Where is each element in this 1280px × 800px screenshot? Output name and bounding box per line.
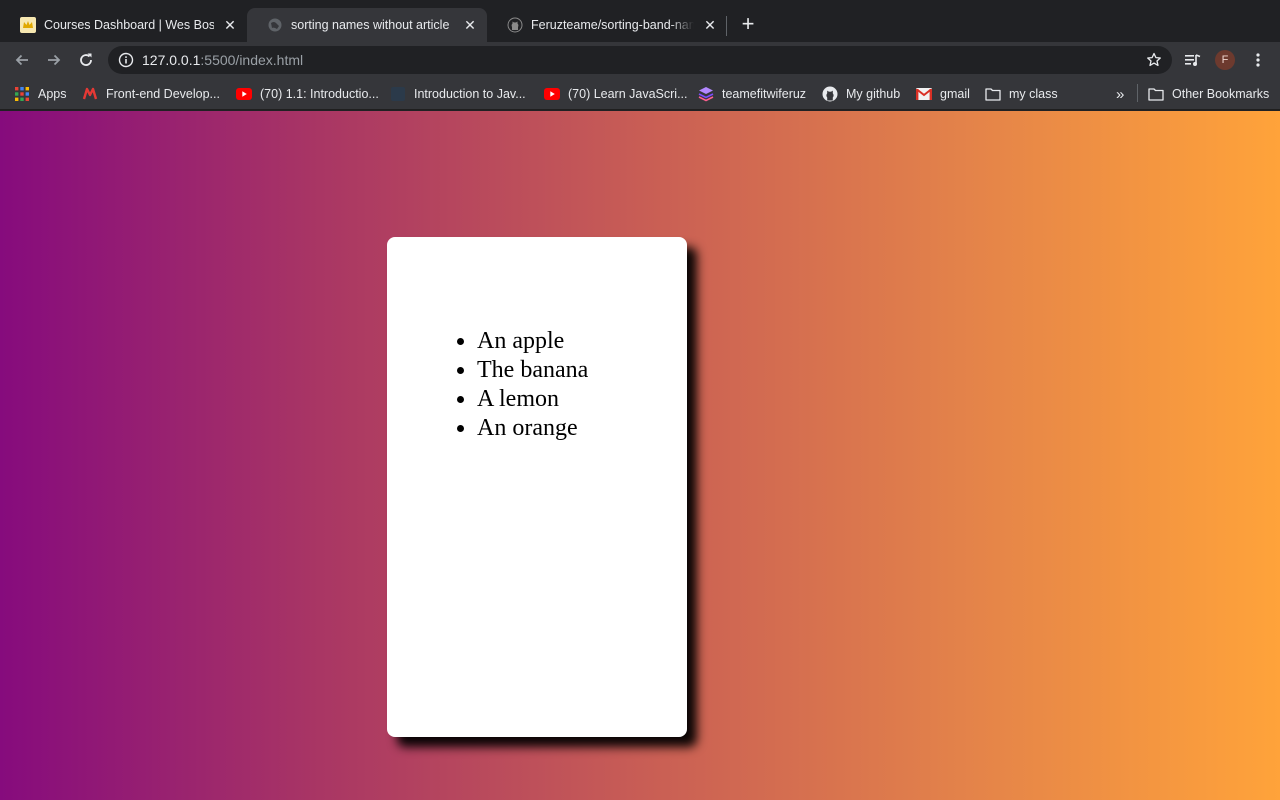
bookmark-youtube-learn-js[interactable]: (70) Learn JavaScri...: [544, 85, 688, 103]
site-icon: [390, 86, 406, 102]
new-tab-button[interactable]: +: [736, 13, 760, 37]
bookmarks-overflow-button[interactable]: »: [1116, 85, 1124, 103]
wes-bos-crown-icon: [20, 17, 36, 33]
url-text: 127.0.0.1:5500/index.html: [142, 52, 303, 68]
bookmark-label: Introduction to Jav...: [414, 87, 526, 101]
bookmarks-divider: [1137, 84, 1138, 102]
bookmark-label: Front-end Develop...: [106, 87, 220, 101]
tab-sorting-names[interactable]: sorting names without article ✕: [247, 8, 487, 42]
bookmark-label: My github: [846, 87, 901, 101]
tab-title: Feruzteame/sorting-band-names: [531, 18, 694, 32]
content-card: An apple The banana A lemon An orange: [387, 237, 687, 737]
github-icon: [507, 17, 523, 33]
band-name-list: An apple The banana A lemon An orange: [477, 327, 588, 443]
page-viewport: An apple The banana A lemon An orange: [0, 111, 1280, 800]
list-item: An apple: [477, 327, 588, 356]
bookmarks-bar: Apps Front-end Develop... (70) 1.1: Intr…: [0, 78, 1280, 110]
reload-button[interactable]: [74, 48, 98, 72]
bookmark-label: Other Bookmarks: [1172, 87, 1270, 101]
bookmark-gmail[interactable]: gmail: [916, 85, 970, 103]
bookmark-intro-to-javascript[interactable]: Introduction to Jav...: [390, 85, 526, 103]
youtube-icon: [544, 86, 560, 102]
address-bar[interactable]: 127.0.0.1:5500/index.html: [108, 46, 1172, 74]
folder-icon: [1148, 86, 1164, 102]
site-info-icon[interactable]: [118, 52, 134, 68]
url-path: :5500/index.html: [200, 52, 304, 68]
close-tab-icon[interactable]: ✕: [462, 17, 478, 33]
globe-icon: [267, 17, 283, 33]
bookmark-my-github[interactable]: My github: [822, 85, 900, 103]
profile-button[interactable]: F: [1213, 48, 1237, 72]
close-tab-icon[interactable]: ✕: [222, 17, 238, 33]
double-chevron-icon: »: [1116, 85, 1125, 103]
bookmark-front-end-develop[interactable]: Front-end Develop...: [82, 85, 220, 103]
forward-arrow-icon: [48, 54, 61, 66]
apps-grid-icon: [14, 86, 30, 102]
bookmark-apps[interactable]: Apps: [14, 85, 67, 103]
youtube-icon: [236, 86, 252, 102]
back-button[interactable]: [10, 48, 34, 72]
bookmark-folder-my-class[interactable]: my class: [985, 85, 1058, 103]
browser-toolbar: 127.0.0.1:5500/index.html F: [0, 42, 1280, 78]
avatar: F: [1215, 50, 1235, 70]
bookmark-label: (70) 1.1: Introductio...: [260, 87, 379, 101]
bookmark-other-bookmarks[interactable]: Other Bookmarks: [1148, 85, 1269, 103]
list-item: An orange: [477, 414, 588, 443]
bookmark-label: Apps: [38, 87, 67, 101]
bookmark-teamefitwiferuz[interactable]: teamefitwiferuz: [698, 85, 806, 103]
media-controls-button[interactable]: [1181, 48, 1205, 72]
m-logo-icon: [82, 86, 98, 102]
bookmark-label: gmail: [940, 87, 970, 101]
playlist-icon: [1185, 54, 1201, 66]
back-arrow-icon: [15, 54, 28, 66]
forward-button[interactable]: [42, 48, 66, 72]
bookmark-youtube-intro[interactable]: (70) 1.1: Introductio...: [236, 85, 379, 103]
list-item: The banana: [477, 356, 588, 385]
tab-github-repo[interactable]: Feruzteame/sorting-band-names ✕: [487, 8, 727, 42]
tab-strip: Courses Dashboard | Wes Bos ✕ sorting na…: [0, 0, 1280, 42]
github-icon: [822, 86, 838, 102]
list-item: A lemon: [477, 385, 588, 414]
chrome-menu-button[interactable]: [1246, 48, 1270, 72]
tab-courses-dashboard[interactable]: Courses Dashboard | Wes Bos ✕: [0, 8, 247, 42]
stack-icon: [698, 86, 714, 102]
bookmark-label: (70) Learn JavaScri...: [568, 87, 688, 101]
url-host: 127.0.0.1: [142, 52, 201, 68]
gmail-icon: [916, 86, 932, 102]
tab-title: sorting names without article: [291, 18, 450, 32]
bookmark-star-icon[interactable]: [1146, 52, 1162, 68]
reload-icon: [80, 53, 92, 66]
tab-divider: [726, 16, 727, 36]
kebab-menu-icon: [1256, 53, 1260, 67]
close-tab-icon[interactable]: ✕: [702, 17, 718, 33]
tab-title: Courses Dashboard | Wes Bos: [44, 18, 214, 32]
bookmark-label: teamefitwiferuz: [722, 87, 807, 101]
bookmark-label: my class: [1009, 87, 1058, 101]
folder-icon: [985, 86, 1001, 102]
